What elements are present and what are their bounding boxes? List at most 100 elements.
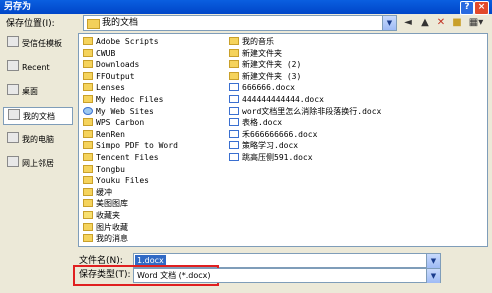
- views-icon[interactable]: ▦▾: [466, 16, 486, 30]
- file-name: My Hedoc Files: [96, 95, 164, 104]
- folder-icon: [83, 164, 93, 173]
- folder-icon: [229, 60, 239, 69]
- folder-icon: [83, 187, 93, 196]
- place-item[interactable]: 我的电脑: [3, 131, 73, 149]
- file-list-item[interactable]: Youku Files: [83, 175, 228, 187]
- folder-icon: [83, 60, 93, 69]
- file-list-item[interactable]: 新建文件夹 (3): [229, 71, 479, 83]
- place-label: 我的文档: [23, 112, 55, 121]
- file-list-item[interactable]: word文档里怎么消除非段落换行.docx: [229, 106, 479, 118]
- file-list-item[interactable]: WPS Carbon: [83, 117, 228, 129]
- file-type-dropdown[interactable]: Word 文档 (*.docx) ▼: [133, 268, 441, 283]
- file-list-item[interactable]: 新建文件夹: [229, 48, 479, 60]
- chevron-down-icon[interactable]: ▼: [426, 254, 440, 268]
- up-folder-icon[interactable]: ▲: [418, 16, 432, 30]
- delete-icon[interactable]: ✕: [434, 16, 448, 30]
- new-folder-icon[interactable]: ■: [450, 16, 464, 30]
- file-list-item[interactable]: Simpo PDF to Word: [83, 140, 228, 152]
- recent-icon: [7, 60, 19, 71]
- desktop-icon: [7, 84, 19, 95]
- file-name: 跳高压侧591.docx: [242, 153, 313, 162]
- word-doc-icon: [229, 106, 239, 115]
- file-list-item[interactable]: Lenses: [83, 82, 228, 94]
- favorites-icon: [83, 211, 93, 219]
- file-list-item[interactable]: My Web Sites: [83, 106, 228, 118]
- file-list[interactable]: Adobe Scripts CWUB Downloads FFOutput Lenses…: [78, 33, 488, 247]
- place-item[interactable]: 受信任模板: [3, 35, 73, 53]
- file-list-item[interactable]: 444444444444.docx: [229, 94, 479, 106]
- file-name: Tongbu: [96, 164, 125, 174]
- file-list-item[interactable]: CWUB: [83, 48, 228, 60]
- file-list-item[interactable]: 666666.docx: [229, 82, 479, 94]
- file-list-item[interactable]: 缓冲: [83, 187, 228, 199]
- file-list-item[interactable]: Adobe Scripts: [83, 36, 228, 48]
- place-label: 网上邻居: [22, 159, 54, 168]
- folder-icon: [83, 141, 93, 150]
- file-list-item[interactable]: FFOutput: [83, 71, 228, 83]
- place-label: Recent: [22, 63, 50, 72]
- chevron-down-icon[interactable]: ▼: [426, 269, 440, 283]
- file-list-item[interactable]: Downloads: [83, 59, 228, 71]
- folder-icon: [229, 37, 239, 45]
- file-list-item[interactable]: Tencent Files: [83, 152, 228, 164]
- template-folder-icon: [7, 36, 19, 47]
- place-item[interactable]: 网上邻居: [3, 155, 73, 173]
- place-item[interactable]: 桌面: [3, 83, 73, 101]
- file-list-item[interactable]: 图片收藏: [83, 222, 228, 234]
- computer-icon: [7, 132, 19, 143]
- file-name: word文档里怎么消除非段落换行.docx: [242, 106, 382, 116]
- file-list-item[interactable]: 新建文件夹 (2): [229, 59, 479, 71]
- file-name: Adobe Scripts: [96, 37, 159, 46]
- web-folder-icon: [83, 106, 93, 115]
- file-list-item[interactable]: 我的消息: [83, 233, 228, 245]
- file-list-item[interactable]: 禾666666666.docx: [229, 129, 479, 141]
- word-doc-icon: [229, 141, 239, 150]
- file-name: RenRen: [96, 129, 125, 139]
- file-name: CWUB: [96, 48, 116, 58]
- file-name: My Web Sites: [96, 106, 154, 116]
- word-doc-icon: [229, 95, 239, 103]
- folder-icon: [83, 199, 93, 208]
- file-name: 我的消息: [96, 234, 128, 244]
- file-list-item[interactable]: Tongbu: [83, 164, 228, 176]
- window-title: 另存为: [4, 2, 32, 12]
- word-doc-icon: [229, 118, 239, 127]
- file-type-value: Word 文档 (*.docx): [137, 271, 211, 280]
- help-button[interactable]: ?: [460, 1, 474, 15]
- folder-icon: [83, 71, 93, 80]
- file-name: 表格.docx: [242, 118, 283, 128]
- file-name: WPS Carbon: [96, 118, 145, 128]
- file-name: 收藏夹: [96, 211, 120, 220]
- close-button[interactable]: ×: [474, 1, 489, 15]
- folder-icon: [83, 234, 93, 243]
- chevron-down-icon[interactable]: ▼: [382, 16, 396, 30]
- word-doc-icon: [229, 129, 239, 138]
- save-location-dropdown[interactable]: 我的文档 ▼: [83, 15, 397, 31]
- folder-icon: [83, 222, 93, 231]
- folder-icon: [83, 129, 93, 138]
- documents-icon: [8, 109, 20, 120]
- folder-icon: [83, 83, 93, 92]
- file-list-item[interactable]: 跳高压侧591.docx: [229, 152, 479, 164]
- file-list-item[interactable]: 我的音乐: [229, 36, 479, 48]
- title-bar: 另存为 ? ×: [0, 0, 492, 15]
- back-icon[interactable]: ◄: [400, 16, 416, 30]
- folder-icon: [83, 48, 93, 57]
- file-list-item[interactable]: 策略学习.docx: [229, 140, 479, 152]
- file-list-item[interactable]: RenRen: [83, 129, 228, 141]
- place-item[interactable]: 我的文档: [3, 107, 73, 125]
- place-label: 我的电脑: [22, 135, 54, 144]
- place-item[interactable]: Recent: [3, 59, 73, 77]
- word-doc-icon: [229, 83, 239, 92]
- file-list-item[interactable]: 美图图库: [83, 198, 228, 210]
- file-name: FFOutput: [96, 71, 135, 81]
- file-name: Simpo PDF to Word: [96, 141, 178, 151]
- file-name: 缓冲: [96, 187, 112, 197]
- folder-icon: [83, 37, 93, 45]
- file-list-item[interactable]: My Hedoc Files: [83, 94, 228, 106]
- file-list-item[interactable]: 表格.docx: [229, 117, 479, 129]
- file-name: 图片收藏: [96, 222, 128, 232]
- file-name: 新建文件夹 (3): [242, 71, 302, 81]
- network-icon: [7, 156, 19, 167]
- file-list-item[interactable]: 收藏夹: [83, 210, 228, 222]
